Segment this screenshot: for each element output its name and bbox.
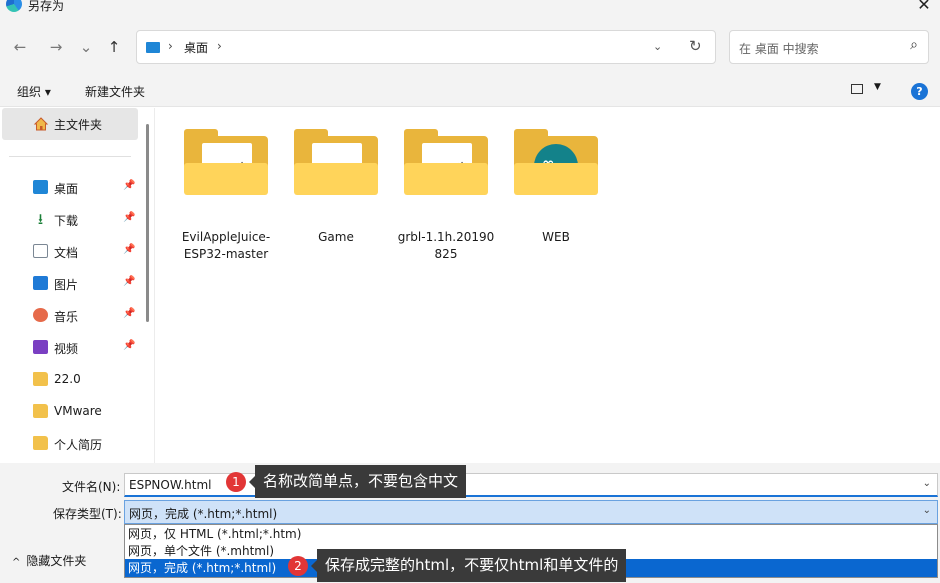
sidebar-item-label: 音乐 (54, 310, 79, 324)
view-mode-icon[interactable] (851, 84, 863, 94)
breadcrumb-separator-icon[interactable]: › (168, 39, 173, 53)
annotation-badge: 2 (288, 556, 308, 576)
sidebar-item-resume[interactable]: 个人简历 (0, 431, 140, 457)
sidebar-divider (9, 156, 131, 157)
navigation-pane: 主文件夹 桌面 📌 ⭳ 下载 📌 文档 📌 图片 📌 音乐 📌 视频 📌 22.… (0, 108, 140, 463)
sidebar-item-label: 22.0 (54, 372, 81, 386)
folder-name: WEB (542, 230, 570, 244)
sidebar-item-label: 图片 (54, 278, 79, 292)
filename-label: 文件名(N): (62, 480, 121, 494)
search-icon[interactable]: ⌕ (910, 37, 918, 53)
home-icon (33, 117, 49, 131)
chevron-down-icon[interactable]: ⌄ (923, 478, 931, 489)
sidebar-scrollbar[interactable] (146, 124, 149, 322)
sidebar-item-downloads[interactable]: ⭳ 下载 📌 (0, 207, 140, 233)
pin-icon[interactable]: 📌 (123, 276, 135, 287)
folder-name: grbl-1.1h.20190 825 (397, 230, 495, 261)
search-placeholder[interactable]: 在 桌面 中搜索 (739, 40, 819, 57)
annotation-badge: 1 (226, 472, 246, 492)
download-icon: ⭳ (37, 210, 44, 228)
close-icon[interactable]: ✕ (912, 0, 936, 17)
folder-name: Game (318, 230, 354, 244)
folder-icon (33, 372, 48, 386)
address-dropdown-icon[interactable]: ⌄ (653, 40, 662, 53)
hide-folders-label: 隐藏文件夹 (26, 554, 87, 568)
chevron-down-icon[interactable]: ⌄ (923, 505, 931, 516)
folder-icon: ∞ (514, 129, 598, 195)
breadcrumb-separator-icon[interactable]: › (217, 39, 222, 53)
desktop-icon (146, 42, 160, 53)
video-icon (33, 340, 48, 354)
sidebar-item-label: 主文件夹 (54, 118, 103, 132)
command-bar: 组织 ▾ 新建文件夹 ▼ ? (0, 76, 940, 107)
sidebar-item-label: 下载 (54, 214, 79, 228)
folder-icon: ⚙ (184, 129, 268, 195)
pin-icon[interactable]: 📌 (123, 308, 135, 319)
search-box[interactable]: 在 桌面 中搜索 ⌕ (729, 30, 929, 64)
sidebar-item-music[interactable]: 音乐 📌 (0, 303, 140, 329)
recent-locations-chevron-icon[interactable]: ⌄ (76, 36, 96, 58)
sidebar-item-vmware[interactable]: VMware (0, 399, 140, 425)
annotation-tooltip: 保存成完整的html，不要仅html和单文件的 (311, 549, 627, 582)
folder-name: EvilAppleJuice- ESP32-master (181, 230, 271, 261)
navigation-bar: ← → ⌄ ↑ › 桌面 › ⌄ ↻ 在 桌面 中搜索 ⌕ (0, 20, 940, 76)
sidebar-item-videos[interactable]: 视频 📌 (0, 335, 140, 361)
file-type-option[interactable]: 网页，仅 HTML (*.html;*.htm) (125, 525, 937, 543)
sidebar-item-home[interactable]: 主文件夹 (2, 108, 138, 140)
folder-tile[interactable]: Game (281, 126, 391, 256)
filename-input[interactable]: ESPNOW.html ⌄ (124, 473, 938, 497)
folder-icon: ⚙ (404, 129, 488, 195)
annotation-text: 保存成完整的html，不要仅html和单文件的 (325, 556, 619, 574)
forward-arrow-icon[interactable]: → (46, 36, 66, 58)
pin-icon[interactable]: 📌 (123, 212, 135, 223)
back-arrow-icon[interactable]: ← (10, 36, 30, 58)
sidebar-item-label: 个人简历 (54, 438, 103, 452)
annotation-tooltip: 名称改简单点，不要包含中文 (249, 465, 467, 498)
new-folder-button[interactable]: 新建文件夹 (85, 83, 145, 100)
sidebar-item-documents[interactable]: 文档 📌 (0, 239, 140, 265)
chevron-up-icon: ^ (12, 557, 21, 568)
folder-icon (33, 404, 48, 418)
folder-tile[interactable]: ∞ WEB (501, 126, 611, 256)
title-bar: 另存为 ✕ (0, 0, 940, 20)
folder-icon (294, 129, 378, 195)
folder-icon (33, 436, 48, 450)
pin-icon[interactable]: 📌 (123, 340, 135, 351)
sidebar-item-label: 视频 (54, 342, 79, 356)
desktop-icon (33, 180, 48, 194)
folder-tile[interactable]: ⚙ grbl-1.1h.20190825 (391, 126, 501, 261)
pin-icon[interactable]: 📌 (123, 180, 135, 191)
breadcrumb-desktop[interactable]: 桌面 (184, 39, 208, 56)
hide-folders-button[interactable]: ^ 隐藏文件夹 (12, 552, 86, 569)
sidebar-item-pictures[interactable]: 图片 📌 (0, 271, 140, 297)
music-icon (33, 308, 48, 322)
sidebar-item-label: 桌面 (54, 182, 79, 196)
sidebar-item-desktop[interactable]: 桌面 📌 (0, 175, 140, 201)
document-icon (33, 244, 48, 258)
refresh-icon[interactable]: ↻ (689, 37, 702, 55)
sidebar-item-22-0[interactable]: 22.0 (0, 367, 140, 393)
file-type-select[interactable]: 网页，完成 (*.htm;*.html) ⌄ (124, 500, 938, 524)
organize-button[interactable]: 组织 ▾ (17, 83, 51, 100)
sidebar-item-label: VMware (54, 404, 102, 418)
help-icon[interactable]: ? (911, 83, 928, 100)
view-dropdown-icon[interactable]: ▼ (874, 82, 881, 92)
folder-tile[interactable]: ⚙ EvilAppleJuice-ESP32-master (171, 126, 281, 261)
address-bar[interactable]: › 桌面 › ⌄ ↻ (136, 30, 716, 64)
annotation-text: 名称改简单点，不要包含中文 (263, 472, 459, 490)
file-list: ⚙ EvilAppleJuice-ESP32-master Game ⚙ grb… (155, 108, 940, 463)
edge-app-icon (6, 0, 22, 12)
pin-icon[interactable]: 📌 (123, 244, 135, 255)
pictures-icon (33, 276, 48, 290)
up-arrow-icon[interactable]: ↑ (104, 36, 124, 58)
file-type-value[interactable]: 网页，完成 (*.htm;*.html) (129, 505, 277, 522)
filename-value[interactable]: ESPNOW.html (129, 478, 212, 492)
sidebar-item-label: 文档 (54, 246, 79, 260)
window-title: 另存为 (28, 0, 65, 13)
file-type-label: 保存类型(T): (53, 507, 122, 521)
